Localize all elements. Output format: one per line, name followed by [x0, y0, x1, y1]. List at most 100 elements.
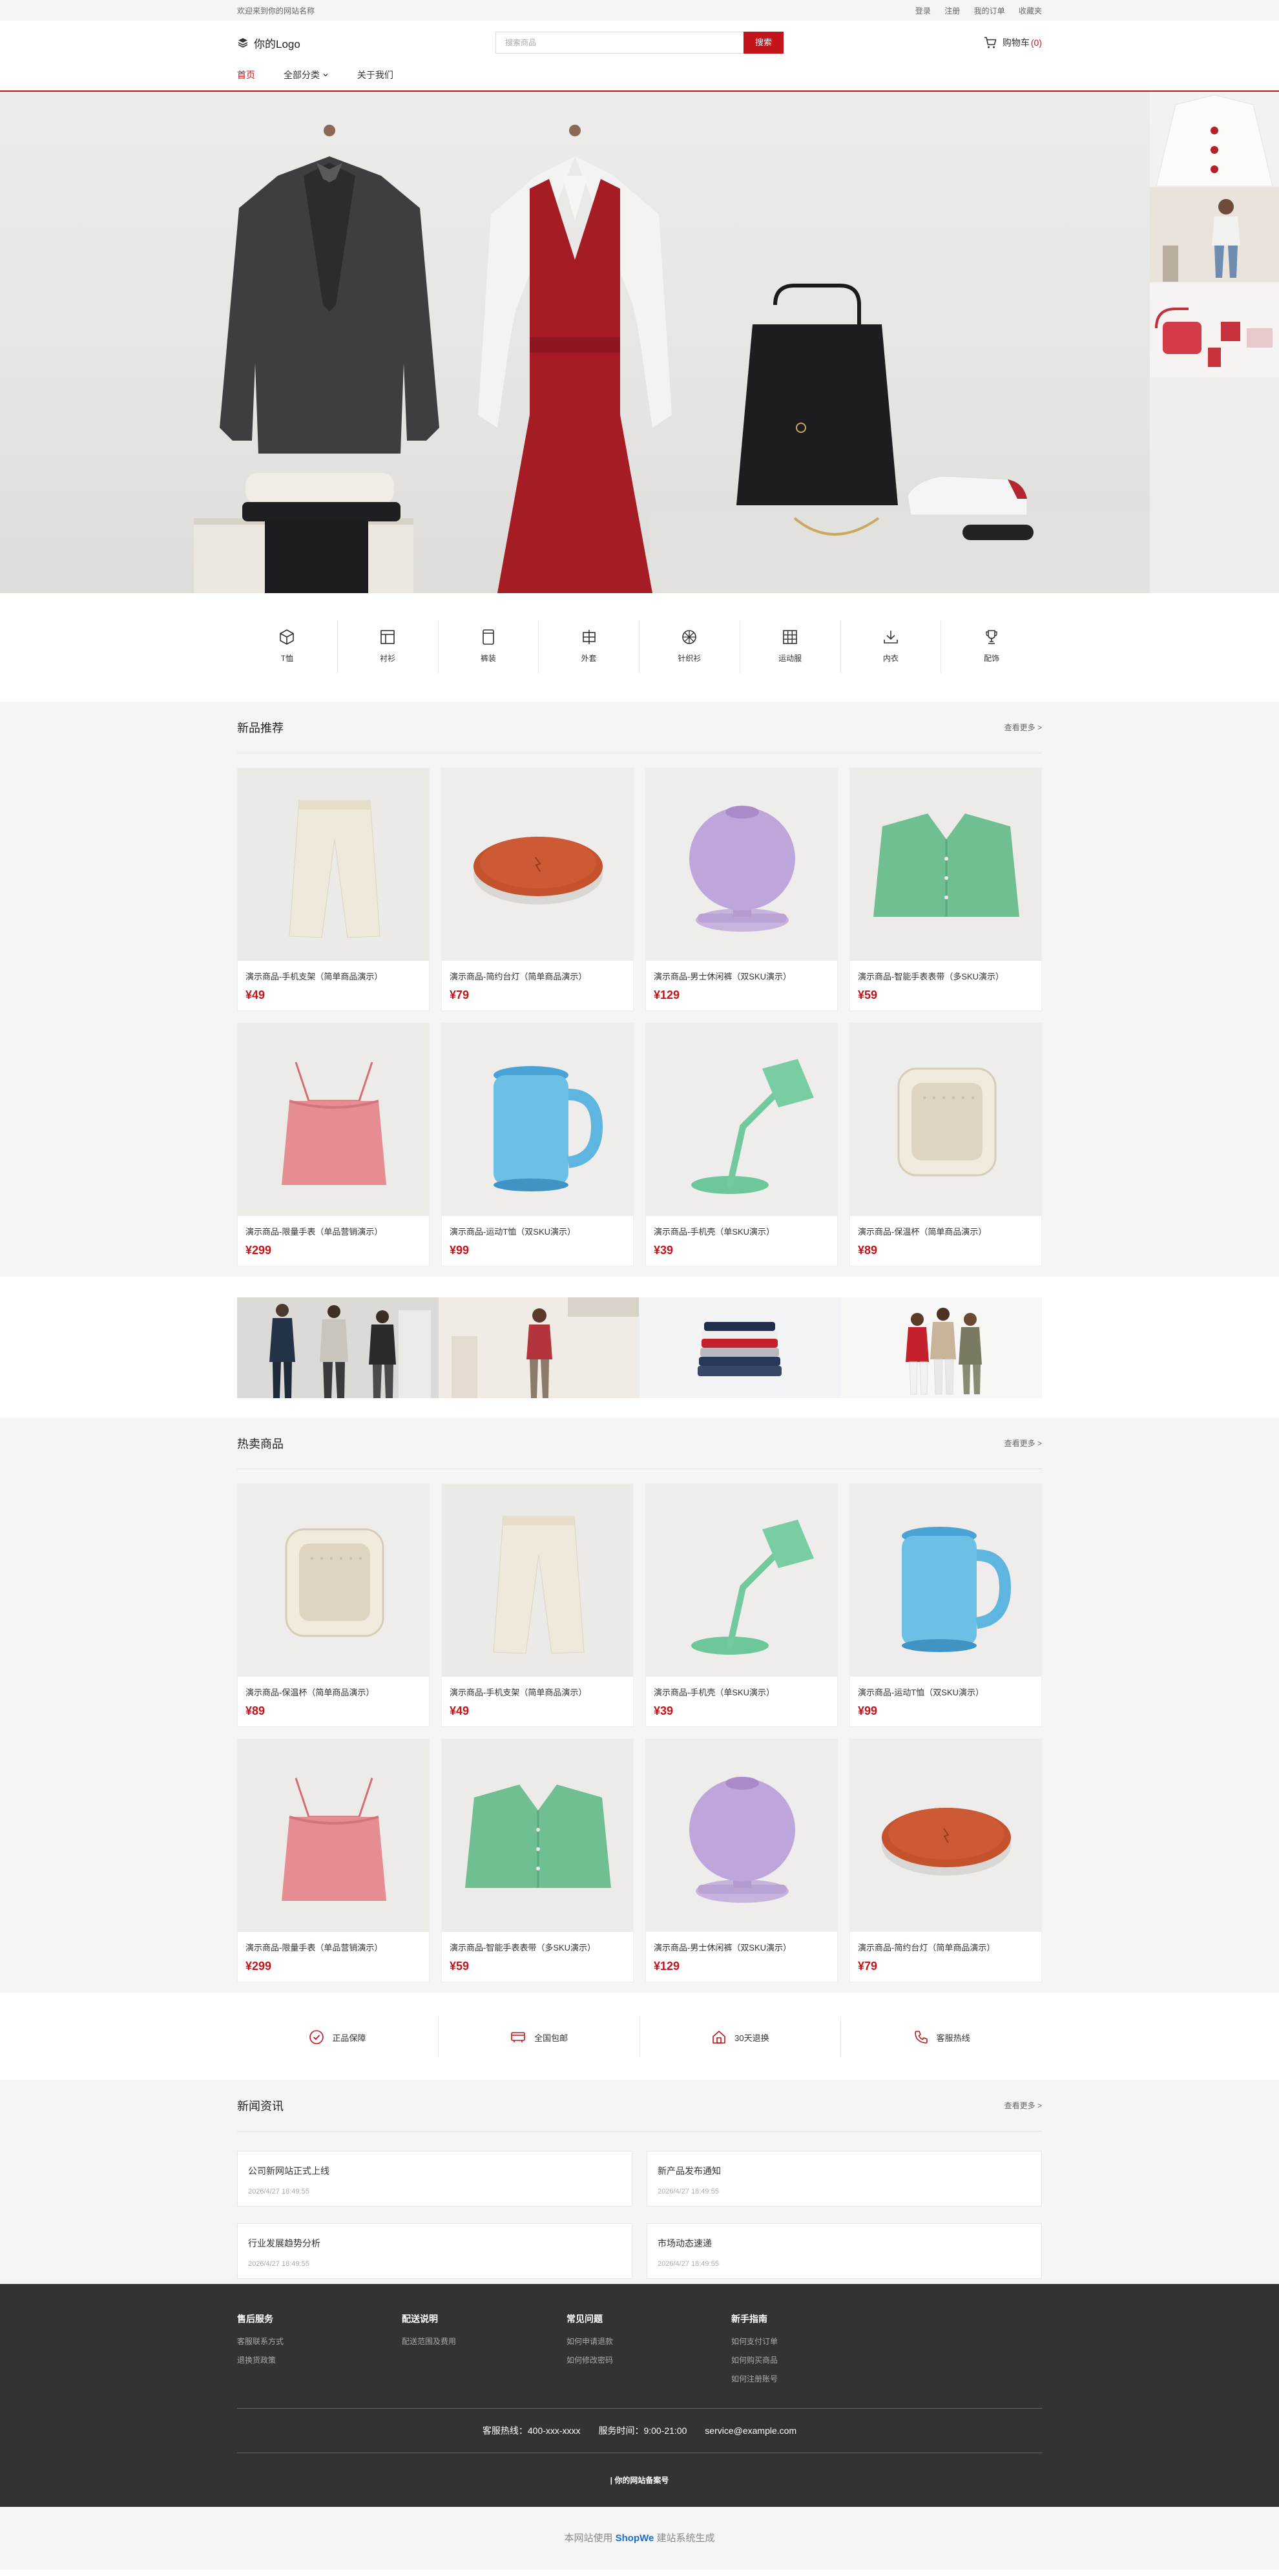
category-item[interactable]: T恤	[237, 620, 338, 673]
promo-banner-3[interactable]	[640, 1297, 841, 1398]
product-card[interactable]: 演示商品-男士休闲裤（双SKU演示） ¥129	[645, 1739, 838, 1982]
search-input[interactable]: 搜索商品	[495, 32, 743, 54]
product-card[interactable]: 演示商品-限量手表（单品营销演示） ¥299	[237, 1739, 430, 1982]
category-item[interactable]: 配饰	[941, 620, 1042, 673]
service-features: 正品保障 全国包邮 30天退换 客服热线	[0, 1993, 1279, 2080]
product-card[interactable]: 演示商品-智能手表表带（多SKU演示） ¥59	[441, 1739, 634, 1982]
hero-thumb-2[interactable]	[1150, 187, 1279, 282]
footer-link[interactable]: 如何申请退款	[567, 2336, 731, 2347]
product-image[interactable]	[238, 1023, 429, 1216]
cart-link[interactable]: 购物车 (0)	[983, 36, 1042, 50]
product-card[interactable]: 演示商品-男士休闲裤（双SKU演示） ¥129	[645, 768, 838, 1011]
hero-thumb-1[interactable]	[1150, 92, 1279, 186]
product-name[interactable]: 演示商品-手机壳（单SKU演示）	[646, 1677, 837, 1698]
product-image[interactable]	[442, 768, 633, 961]
promo-banner-4[interactable]	[840, 1297, 1042, 1398]
product-image[interactable]	[442, 1739, 633, 1932]
login-link[interactable]: 登录	[915, 6, 931, 16]
product-name[interactable]: 演示商品-运动T恤（双SKU演示）	[850, 1677, 1041, 1698]
product-name[interactable]: 演示商品-手机支架（简单商品演示）	[442, 1677, 633, 1698]
product-image[interactable]	[442, 1023, 633, 1216]
footer-link[interactable]: 退换货政策	[237, 2354, 402, 2365]
product-card[interactable]: 演示商品-运动T恤（双SKU演示） ¥99	[441, 1023, 634, 1266]
product-image[interactable]	[646, 1739, 837, 1932]
footer-link[interactable]: 配送范围及费用	[402, 2336, 567, 2347]
hero-banner-image[interactable]	[0, 92, 1150, 593]
email-text[interactable]: service@example.com	[705, 2425, 796, 2436]
promo-banner-2[interactable]	[438, 1297, 640, 1398]
footer-link[interactable]: 如何支付订单	[731, 2336, 896, 2347]
product-card[interactable]: 演示商品-运动T恤（双SKU演示） ¥99	[849, 1483, 1042, 1727]
category-item[interactable]: 衬衫	[338, 620, 439, 673]
hero-thumb-3[interactable]	[1150, 283, 1279, 377]
category-label: 针织衫	[678, 654, 702, 663]
phone-icon	[914, 2031, 928, 2044]
product-image[interactable]	[238, 1484, 429, 1677]
register-link[interactable]: 注册	[944, 6, 960, 16]
view-more-link[interactable]: 查看更多 >	[1004, 2100, 1042, 2111]
category-item[interactable]: 内衣	[841, 620, 942, 673]
product-name[interactable]: 演示商品-保温杯（简单商品演示）	[850, 1216, 1041, 1237]
promo-banner-1[interactable]	[237, 1297, 439, 1398]
favorites-link[interactable]: 收藏夹	[1019, 6, 1042, 16]
product-name[interactable]: 演示商品-男士休闲裤（双SKU演示）	[646, 961, 837, 982]
category-item[interactable]: 裤装	[439, 620, 539, 673]
product-image[interactable]	[442, 1484, 633, 1677]
product-image[interactable]	[850, 1739, 1041, 1932]
product-card[interactable]: 演示商品-手机壳（单SKU演示） ¥39	[645, 1483, 838, 1727]
product-image[interactable]	[850, 1023, 1041, 1216]
footer-link[interactable]: 客服联系方式	[237, 2336, 402, 2347]
product-name[interactable]: 演示商品-简约台灯（简单商品演示）	[442, 961, 633, 982]
category-item[interactable]: 针织衫	[640, 620, 740, 673]
footer-link[interactable]: 如何注册账号	[731, 2373, 896, 2384]
product-name[interactable]: 演示商品-智能手表表带（多SKU演示）	[850, 961, 1041, 982]
product-card[interactable]: 演示商品-保温杯（简单商品演示） ¥89	[237, 1483, 430, 1727]
product-name[interactable]: 演示商品-限量手表（单品营销演示）	[238, 1932, 429, 1953]
product-price: ¥89	[858, 1244, 878, 1257]
product-image[interactable]	[646, 1484, 837, 1677]
new-products-section: 新品推荐 查看更多 > 演示商品-手机支架（简单商品演示） ¥49 演示商品-简约台…	[0, 702, 1279, 1277]
product-name[interactable]: 演示商品-保温杯（简单商品演示）	[238, 1677, 429, 1698]
hero-carousel[interactable]	[0, 92, 1279, 593]
footer-link[interactable]: 如何购买商品	[731, 2354, 896, 2365]
beian-text[interactable]: | 你的网站备案号	[237, 2453, 1042, 2508]
product-name[interactable]: 演示商品-简约台灯（简单商品演示）	[850, 1932, 1041, 1953]
news-card[interactable]: 新产品发布通知 2026/4/27 18:49:55	[647, 2151, 1042, 2206]
product-name[interactable]: 演示商品-运动T恤（双SKU演示）	[442, 1216, 633, 1237]
powered-brand-link[interactable]: ShopWe	[616, 2533, 654, 2544]
product-card[interactable]: 演示商品-手机支架（简单商品演示） ¥49	[441, 1483, 634, 1727]
nav-item-home[interactable]: 首页	[237, 68, 255, 90]
category-item[interactable]: 外套	[539, 620, 640, 673]
site-logo[interactable]: 你的Logo	[237, 35, 495, 51]
product-card[interactable]: 演示商品-手机壳（单SKU演示） ¥39	[645, 1023, 838, 1266]
news-card[interactable]: 公司新网站正式上线 2026/4/27 18:49:55	[237, 2151, 632, 2206]
product-card[interactable]: 演示商品-简约台灯（简单商品演示） ¥79	[441, 768, 634, 1011]
product-card[interactable]: 演示商品-手机支架（简单商品演示） ¥49	[237, 768, 430, 1011]
footer-link[interactable]: 如何修改密码	[567, 2354, 731, 2365]
nav-item-all-categories[interactable]: 全部分类	[284, 68, 329, 90]
product-card[interactable]: 演示商品-简约台灯（简单商品演示） ¥79	[849, 1739, 1042, 1982]
view-more-link[interactable]: 查看更多 >	[1004, 1438, 1042, 1449]
nav-item-about[interactable]: 关于我们	[357, 68, 393, 90]
my-orders-link[interactable]: 我的订单	[974, 6, 1005, 16]
news-card[interactable]: 行业发展趋势分析 2026/4/27 18:49:55	[237, 2223, 632, 2279]
product-image[interactable]	[646, 768, 837, 961]
product-image[interactable]	[850, 768, 1041, 961]
product-grid: 演示商品-保温杯（简单商品演示） ¥89 演示商品-手机支架（简单商品演示） ¥49 演…	[237, 1483, 1042, 1982]
product-card[interactable]: 演示商品-保温杯（简单商品演示） ¥89	[849, 1023, 1042, 1266]
product-name[interactable]: 演示商品-手机支架（简单商品演示）	[238, 961, 429, 982]
product-card[interactable]: 演示商品-智能手表表带（多SKU演示） ¥59	[849, 768, 1042, 1011]
product-name[interactable]: 演示商品-智能手表表带（多SKU演示）	[442, 1932, 633, 1953]
news-card[interactable]: 市场动态速递 2026/4/27 18:49:55	[647, 2223, 1042, 2279]
category-item[interactable]: 运动服	[740, 620, 841, 673]
product-name[interactable]: 演示商品-男士休闲裤（双SKU演示）	[646, 1932, 837, 1953]
search-button[interactable]: 搜索	[743, 32, 784, 54]
product-card[interactable]: 演示商品-限量手表（单品营销演示） ¥299	[237, 1023, 430, 1266]
product-image[interactable]	[850, 1484, 1041, 1677]
product-name[interactable]: 演示商品-手机壳（单SKU演示）	[646, 1216, 837, 1237]
product-name[interactable]: 演示商品-限量手表（单品营销演示）	[238, 1216, 429, 1237]
product-image[interactable]	[646, 1023, 837, 1216]
product-image[interactable]	[238, 1739, 429, 1932]
view-more-link[interactable]: 查看更多 >	[1004, 722, 1042, 733]
product-image[interactable]	[238, 768, 429, 961]
